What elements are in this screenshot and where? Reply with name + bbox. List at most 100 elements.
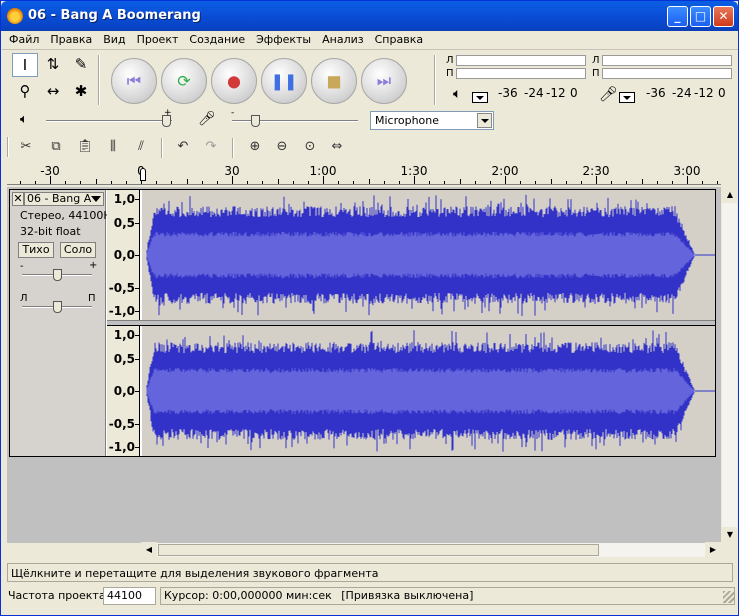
project-rate-field[interactable]: 44100 bbox=[103, 587, 156, 605]
skip-end-button[interactable]: ⏭ bbox=[361, 58, 407, 104]
ruler-tick bbox=[65, 181, 67, 184]
chevron-down-icon bbox=[91, 196, 101, 202]
zoom-in-icon[interactable]: ⊕ bbox=[243, 137, 267, 159]
ruler-tick bbox=[565, 181, 567, 184]
draw-tool-icon[interactable]: ✎ bbox=[68, 53, 94, 77]
fit-project-icon[interactable]: ⇔ bbox=[325, 137, 349, 159]
rec-meter-right bbox=[602, 68, 732, 79]
menu-5[interactable]: Эффекты bbox=[249, 31, 315, 46]
paste-icon[interactable]: 📋︎ bbox=[73, 137, 97, 159]
ruler-tick bbox=[216, 181, 218, 184]
status-bar: Частота проекта: 44100 Курсор: 0:00,0000… bbox=[4, 586, 738, 606]
resize-grip-icon[interactable] bbox=[723, 591, 735, 603]
title-bar[interactable]: 06 - Bang A Boomerang _ □ ✕ bbox=[1, 1, 738, 31]
close-button[interactable]: ✕ bbox=[713, 6, 734, 27]
meter-scale-label: -12 bbox=[694, 86, 714, 100]
ruler-tick bbox=[50, 176, 51, 184]
vertical-scrollbar[interactable]: ▲ ▼ bbox=[721, 187, 738, 543]
track-close-button[interactable]: ✕ bbox=[12, 192, 24, 206]
multi-tool-icon[interactable]: ✱ bbox=[68, 80, 94, 104]
meter-scale-label: 0 bbox=[570, 86, 578, 100]
menu-6[interactable]: Анализ bbox=[315, 31, 368, 46]
waveform-svg bbox=[146, 330, 715, 452]
scroll-up-icon[interactable]: ▲ bbox=[722, 187, 738, 203]
mute-button[interactable]: Тихо bbox=[18, 242, 54, 258]
ruler-tick bbox=[520, 181, 522, 184]
menu-7[interactable]: Справка bbox=[368, 31, 427, 46]
menu-0[interactable]: Файл bbox=[2, 31, 43, 46]
ruler-tick bbox=[277, 179, 279, 184]
amplitude-tick bbox=[135, 423, 139, 425]
ruler-tick bbox=[505, 176, 506, 184]
amplitude-label: -0,5 bbox=[108, 280, 135, 295]
ruler-tick bbox=[232, 176, 233, 184]
track-panel[interactable]: ✕ 06 - Bang A Стерео, 44100Hz 32-bit flo… bbox=[7, 187, 721, 543]
cut-icon[interactable]: ✂ bbox=[14, 137, 38, 159]
maximize-button[interactable]: □ bbox=[690, 6, 711, 27]
loop-play-button[interactable]: ⟳ bbox=[161, 58, 207, 104]
ruler-tick bbox=[641, 179, 643, 184]
input-volume-thumb[interactable] bbox=[251, 115, 260, 127]
zoom-out-icon[interactable]: ⊖ bbox=[270, 137, 294, 159]
minimize-button[interactable]: _ bbox=[667, 6, 688, 27]
speaker-icon: 🔈︎ bbox=[453, 86, 462, 102]
stop-button[interactable]: ■ bbox=[311, 58, 357, 104]
play-meter-menu-button[interactable] bbox=[472, 92, 488, 103]
output-volume-icon: 🔈︎ bbox=[20, 112, 28, 127]
project-rate-label: Частота проекта: bbox=[8, 589, 110, 602]
ruler-tick bbox=[535, 181, 537, 184]
menu-2[interactable]: Вид bbox=[96, 31, 129, 46]
redo-icon[interactable]: ↷ bbox=[199, 137, 223, 159]
fit-selection-icon[interactable]: ⊙ bbox=[298, 137, 322, 159]
ruler-tick bbox=[186, 179, 188, 184]
zoom-tool-icon[interactable]: ⚲ bbox=[12, 80, 38, 104]
microphone-icon: 🎤︎ bbox=[599, 85, 619, 103]
ruler-tick bbox=[444, 181, 446, 184]
scroll-right-icon[interactable]: ▶ bbox=[705, 542, 721, 558]
skip-start-button[interactable]: ⏮ bbox=[111, 58, 157, 104]
meter-scale-label: 0 bbox=[718, 86, 726, 100]
envelope-tool-icon[interactable]: ⇅ bbox=[40, 53, 66, 77]
undo-icon[interactable]: ↶ bbox=[171, 137, 195, 159]
silence-icon[interactable]: ⫽ bbox=[129, 137, 153, 159]
menu-3[interactable]: Проект bbox=[130, 31, 183, 46]
ruler-tick bbox=[262, 181, 264, 184]
horizontal-scrollbar[interactable]: ◀ ▶ bbox=[141, 542, 721, 558]
ruler-tick bbox=[656, 181, 658, 184]
meter-scale-label: -36 bbox=[646, 86, 666, 100]
play-position-marker[interactable] bbox=[140, 168, 146, 181]
toolbar-divider bbox=[232, 138, 234, 158]
ruler-tick bbox=[95, 179, 97, 184]
pan-slider-thumb[interactable] bbox=[53, 301, 62, 313]
menu-1[interactable]: Правка bbox=[43, 31, 96, 46]
copy-icon[interactable]: ⧉ bbox=[44, 137, 68, 159]
solo-button[interactable]: Соло bbox=[60, 242, 96, 258]
scroll-down-icon[interactable]: ▼ bbox=[722, 527, 738, 543]
amplitude-tick bbox=[135, 310, 139, 312]
hint-bar: Щёлкните и перетащите для выделения звук… bbox=[7, 563, 733, 582]
timeline-ruler[interactable]: -300301:001:302:002:303:00 bbox=[7, 162, 721, 185]
gain-slider-thumb[interactable] bbox=[53, 269, 62, 281]
ruler-tick bbox=[292, 181, 294, 184]
selection-tool-icon[interactable]: I bbox=[12, 53, 38, 77]
timeshift-tool-icon[interactable]: ↔ bbox=[40, 80, 66, 104]
ruler-tick bbox=[596, 176, 597, 184]
ruler-tick bbox=[459, 179, 461, 184]
scroll-left-icon[interactable]: ◀ bbox=[141, 542, 157, 558]
output-volume-thumb[interactable] bbox=[162, 115, 171, 127]
pause-button[interactable]: ❚❚ bbox=[261, 58, 307, 104]
input-volume-minus: - bbox=[231, 108, 235, 118]
menu-4[interactable]: Создание bbox=[182, 31, 249, 46]
record-button[interactable]: ● bbox=[211, 58, 257, 104]
track-name-menu[interactable]: 06 - Bang A bbox=[24, 192, 104, 206]
horizontal-scroll-thumb[interactable] bbox=[158, 544, 599, 556]
gain-minus-label: - bbox=[20, 261, 24, 272]
rec-meter-menu-button[interactable] bbox=[619, 92, 635, 103]
trim-icon[interactable]: ⫼ bbox=[101, 137, 125, 159]
input-source-dropdown-button[interactable] bbox=[477, 113, 492, 128]
output-volume-slider[interactable] bbox=[46, 120, 172, 122]
channel-left-waveform[interactable] bbox=[142, 190, 715, 320]
channel-right-waveform[interactable] bbox=[142, 326, 715, 456]
track-control-panel: ✕ 06 - Bang A Стерео, 44100Hz 32-bit flo… bbox=[10, 190, 117, 456]
input-source-select[interactable]: Microphone bbox=[370, 111, 494, 130]
